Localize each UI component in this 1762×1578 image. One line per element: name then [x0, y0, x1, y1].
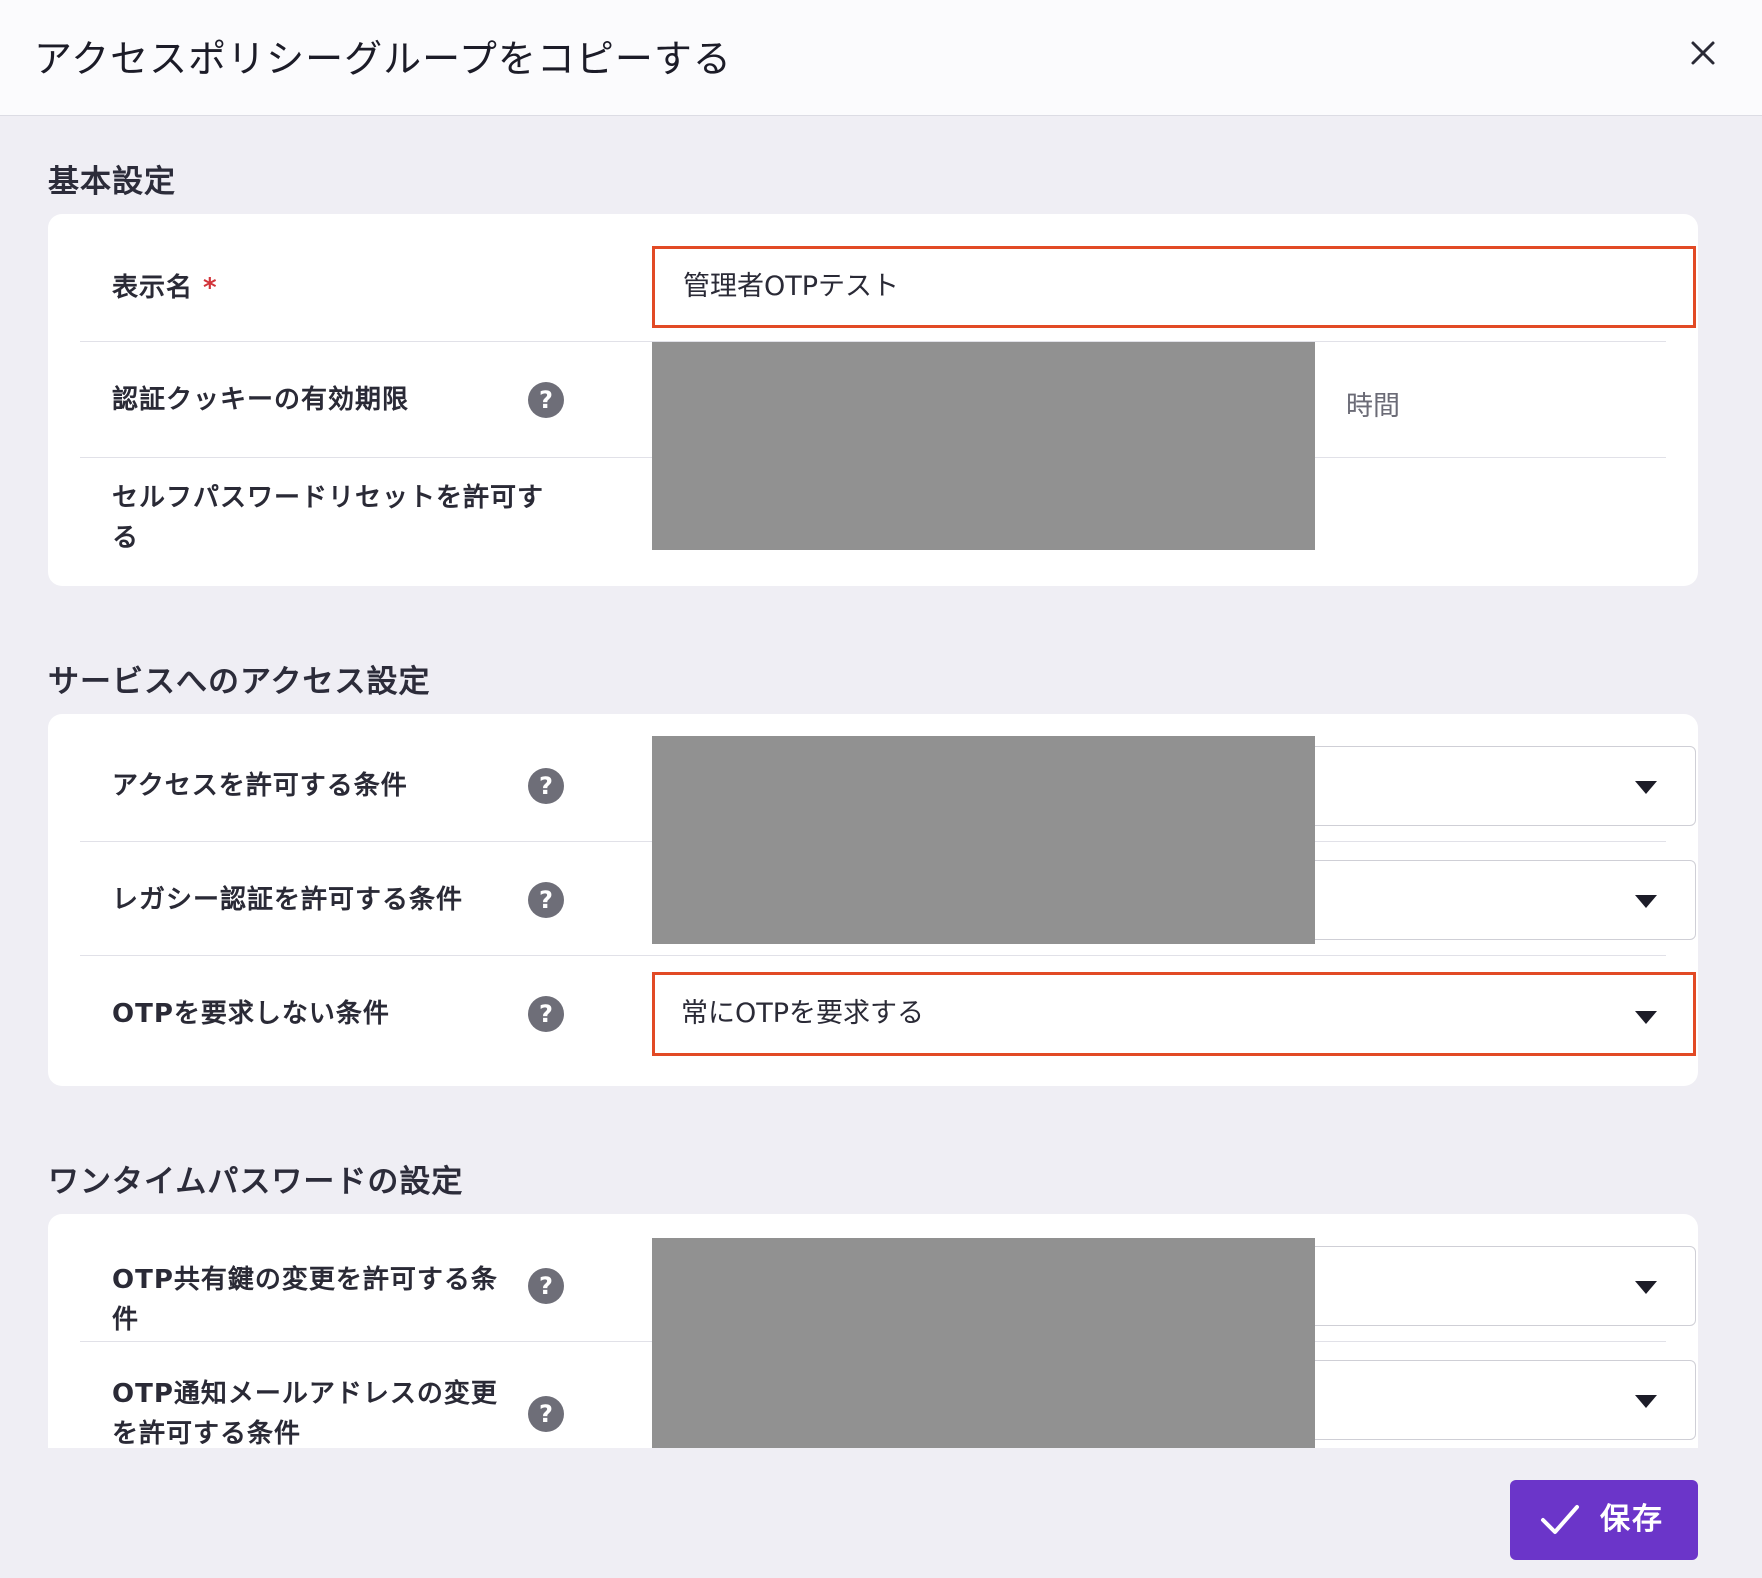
- caret-down-icon: [1635, 1011, 1657, 1024]
- save-button[interactable]: 保存: [1510, 1480, 1698, 1560]
- dialog-title: アクセスポリシーグループをコピーする: [34, 37, 732, 81]
- dialog-header: アクセスポリシーグループをコピーする: [0, 0, 1762, 116]
- allow-access-label: アクセスを許可する条件: [112, 771, 408, 801]
- display-name-input[interactable]: 管理者OTPテスト: [652, 246, 1696, 328]
- help-icon[interactable]: ?: [528, 882, 564, 918]
- otp-not-required-label: OTPを要求しない条件: [112, 999, 390, 1029]
- otp-not-required-select[interactable]: 常にOTPを要求する: [652, 972, 1696, 1056]
- cookie-expiry-label: 認証クッキーの有効期限: [112, 385, 410, 415]
- help-icon[interactable]: ?: [528, 768, 564, 804]
- save-button-label: 保存: [1600, 1502, 1664, 1537]
- help-icon[interactable]: ?: [528, 1268, 564, 1304]
- service-access-card: アクセスを許可する条件 ? レガシー認証を許可する条件 ? OTPを要求しない条…: [48, 714, 1698, 1086]
- redacted-area: [652, 736, 1315, 944]
- basic-settings-card: 表示名 * 管理者OTPテスト 認証クッキーの有効期限 ? 時間 セルフパスワード…: [48, 214, 1698, 586]
- close-icon: [1691, 41, 1715, 65]
- redacted-area: [652, 342, 1315, 550]
- display-name-label: 表示名 *: [112, 273, 218, 303]
- required-mark: *: [203, 273, 218, 303]
- otp-not-required-value: 常にOTPを要求する: [681, 998, 925, 1029]
- self-password-reset-label: セルフパスワードリセットを許可する: [112, 483, 545, 553]
- caret-down-icon: [1635, 781, 1657, 794]
- check-icon: [1541, 1505, 1579, 1534]
- otp-settings-card: OTP共有鍵の変更を許可する条件 ? OTP通知メールアドレスの変更を許可する条…: [48, 1214, 1698, 1448]
- section-title-basic: 基本設定: [48, 164, 176, 200]
- help-icon[interactable]: ?: [528, 1396, 564, 1432]
- caret-down-icon: [1635, 895, 1657, 908]
- redacted-area: [652, 1238, 1315, 1448]
- section-title-service-access: サービスへのアクセス設定: [48, 664, 431, 700]
- otp-email-label: OTP通知メールアドレスの変更を許可する条件: [112, 1379, 498, 1448]
- legacy-auth-label: レガシー認証を許可する条件: [112, 885, 464, 915]
- help-icon[interactable]: ?: [528, 996, 564, 1032]
- caret-down-icon: [1635, 1395, 1657, 1408]
- section-title-otp: ワンタイムパスワードの設定: [48, 1164, 464, 1200]
- help-icon[interactable]: ?: [528, 382, 564, 418]
- caret-down-icon: [1635, 1281, 1657, 1294]
- cookie-expiry-unit: 時間: [1346, 391, 1400, 422]
- otp-shared-key-label: OTP共有鍵の変更を許可する条件: [112, 1265, 498, 1335]
- close-button[interactable]: [1680, 30, 1726, 76]
